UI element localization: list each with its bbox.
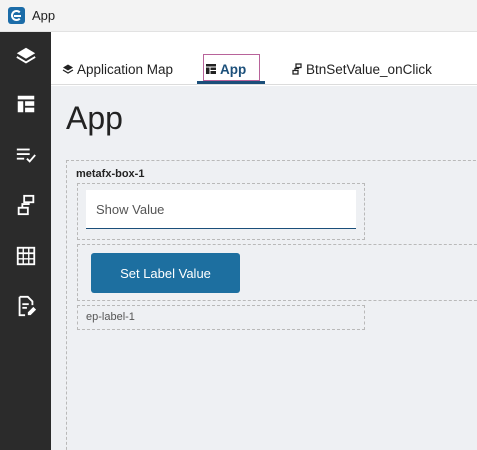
- list-check-icon: [16, 148, 36, 163]
- left-sidebar: [0, 32, 51, 450]
- window-titlebar: App: [0, 0, 477, 32]
- tab-app[interactable]: App: [205, 58, 246, 80]
- dataflow-icon: [17, 194, 34, 216]
- designer-canvas: App metafx-box-1 Set Label Value ep-labe…: [51, 86, 477, 450]
- grid-table-icon: [16, 246, 35, 266]
- sidebar-item-grid-table[interactable]: [0, 232, 51, 280]
- page-title: App: [66, 100, 123, 136]
- tab-bar: Application Map App BtnSetValue_onClick: [51, 32, 477, 85]
- tab-label: App: [220, 61, 247, 77]
- layout-icon: [17, 95, 34, 113]
- layers-icon: [62, 64, 74, 74]
- edit-document-icon: [18, 295, 36, 317]
- tab-label: Application Map: [77, 61, 174, 77]
- sidebar-item-layout[interactable]: [0, 80, 51, 128]
- epicor-e-icon: [8, 7, 25, 24]
- sidebar-item-list-check[interactable]: [0, 131, 51, 179]
- ep-label: ep-label-1: [86, 311, 135, 323]
- layout-icon: [206, 64, 216, 74]
- show-value-input[interactable]: [86, 190, 356, 229]
- window-title: App: [32, 8, 56, 23]
- tab-btnsetvalue-onclick[interactable]: BtnSetValue_onClick: [291, 58, 432, 80]
- dataflow-icon: [292, 63, 302, 75]
- active-tab-indicator: [197, 81, 265, 84]
- tab-application-map[interactable]: Application Map: [62, 58, 173, 80]
- tab-label: BtnSetValue_onClick: [306, 61, 432, 77]
- sidebar-item-layers[interactable]: [0, 32, 51, 80]
- set-label-value-button[interactable]: Set Label Value: [91, 253, 240, 293]
- box-label: metafx-box-1: [76, 168, 145, 180]
- sidebar-item-edit-document[interactable]: [0, 282, 51, 330]
- layers-icon: [15, 47, 36, 64]
- sidebar-item-dataflow[interactable]: [0, 181, 51, 229]
